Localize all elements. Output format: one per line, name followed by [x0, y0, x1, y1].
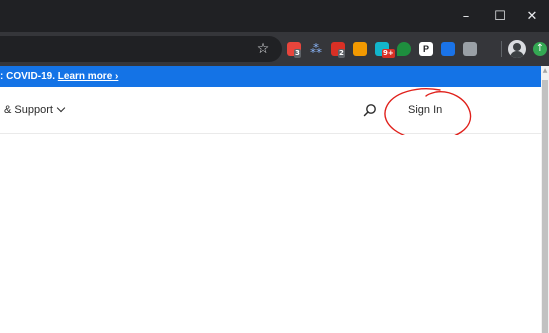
maximize-button[interactable]: ☐	[483, 0, 517, 32]
extension-badge: 3	[294, 49, 301, 58]
bookmark-star-icon[interactable]: ☆	[254, 39, 272, 59]
chevron-down-icon	[56, 103, 66, 113]
update-icon[interactable]: ↑	[533, 42, 547, 56]
adblock-icon[interactable]: 2	[331, 42, 345, 58]
extension-badge: 2	[338, 49, 345, 58]
scroll-up-icon[interactable]: ▲	[541, 66, 549, 76]
sign-in-button[interactable]: Sign In	[408, 104, 442, 116]
learn-more-link[interactable]: Learn more ›	[58, 71, 119, 82]
profile-avatar[interactable]	[508, 40, 526, 58]
avatar-head	[513, 43, 521, 51]
blue-extension-icon[interactable]	[441, 42, 455, 56]
site-nav: & Support	[0, 87, 541, 134]
minimize-icon: –	[462, 8, 470, 24]
close-icon: ✕	[526, 8, 538, 24]
red-extension-icon[interactable]: 3	[287, 42, 301, 58]
search-icon[interactable]	[363, 103, 377, 117]
help-support-menu[interactable]: & Support	[4, 103, 66, 116]
maximize-icon: ☐	[494, 8, 506, 24]
banner-text: : COVID-19.	[0, 71, 56, 82]
address-bar[interactable]	[0, 36, 282, 62]
minimize-button[interactable]: –	[449, 0, 483, 32]
orange-extension-icon[interactable]	[353, 42, 367, 56]
extension-badge: 9+	[382, 49, 395, 58]
grey-extension-icon[interactable]	[463, 42, 477, 56]
p-extension-icon[interactable]: P	[419, 42, 433, 56]
scrollbar-thumb[interactable]	[542, 80, 548, 333]
covid-banner: : COVID-19. Learn more ›	[0, 66, 541, 87]
avatar-body	[510, 51, 524, 58]
help-support-label: & Support	[4, 104, 53, 116]
page-content	[0, 135, 541, 333]
close-window-button[interactable]: ✕	[515, 0, 549, 32]
toolbar-separator	[501, 41, 502, 57]
dropbox-icon[interactable]: ⁂	[309, 42, 323, 56]
teal-extension-icon[interactable]: 9+	[375, 42, 395, 58]
green-leaf-icon[interactable]	[397, 42, 411, 56]
